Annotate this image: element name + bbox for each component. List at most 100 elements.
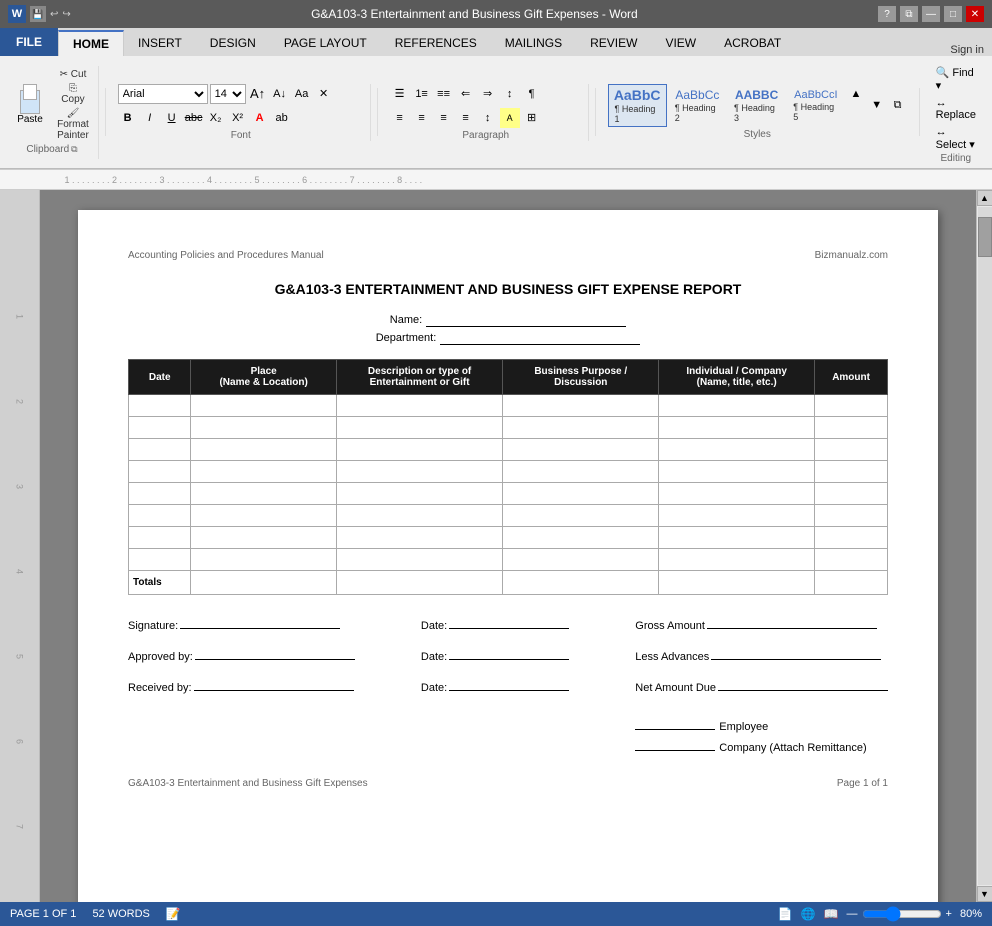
table-row[interactable] [129,527,888,549]
styles-more[interactable]: ⧉ [888,95,907,115]
table-row[interactable] [129,417,888,439]
redo-icon[interactable]: ↪ [62,9,70,20]
font-grow-button[interactable]: A↑ [248,84,268,104]
tab-review[interactable]: REVIEW [576,30,651,56]
align-center-button[interactable]: ≡ [412,108,432,128]
zoom-out-icon[interactable]: — [847,908,858,920]
received-field[interactable] [194,677,354,691]
tab-file[interactable]: FILE [0,28,58,56]
find-button[interactable]: 🔍 Find ▾ [932,64,980,94]
select-button[interactable]: ↔ Select ▾ [932,124,980,153]
style-heading5[interactable]: AaBbCcI ¶ Heading 5 [787,87,844,124]
style-heading2[interactable]: AaBbCc ¶ Heading 2 [669,86,726,124]
font-family-select[interactable]: Arial [118,84,208,104]
table-row[interactable] [129,549,888,571]
sign-in-link[interactable]: Sign in [942,44,992,56]
align-right-button[interactable]: ≡ [434,108,454,128]
name-field[interactable] [426,313,626,327]
font-size-select[interactable]: 14 [210,84,246,104]
save-icon[interactable]: 💾 [30,6,46,22]
scroll-down-button[interactable]: ▼ [977,886,992,902]
bold-button[interactable]: B [118,108,138,128]
zoom-range[interactable] [862,906,942,922]
italic-button[interactable]: I [140,108,160,128]
tab-insert[interactable]: INSERT [124,30,196,56]
font-color-button[interactable]: A [250,108,270,128]
replace-button[interactable]: ↔ Replace [932,95,980,123]
styles-scroll-up[interactable]: ▲ [846,84,865,104]
tab-mailings[interactable]: MAILINGS [491,30,576,56]
strikethrough-button[interactable]: abc [184,108,204,128]
tab-home[interactable]: HOME [58,30,124,56]
received-label: Received by: [128,682,192,694]
minimize-button[interactable]: — [922,6,940,22]
highlight-button[interactable]: ab [272,108,292,128]
tab-design[interactable]: DESIGN [196,30,270,56]
line-spacing-button[interactable]: ↕ [478,108,498,128]
font-shrink-button[interactable]: A↓ [270,84,290,104]
style-heading1[interactable]: AaBbC ¶ Heading 1 [608,84,667,127]
table-row[interactable] [129,505,888,527]
date-field-2[interactable] [449,646,569,660]
clear-format-button[interactable]: ✕ [314,84,334,104]
zoom-slider[interactable]: — + [847,906,952,922]
change-case-button[interactable]: Aa [292,84,312,104]
less-field[interactable] [711,646,881,660]
restore-button[interactable]: ⧉ [900,6,918,22]
date-field-1[interactable] [449,615,569,629]
styles-scroll-down[interactable]: ▼ [867,95,886,115]
scroll-track[interactable] [978,207,992,885]
close-button[interactable]: ✕ [966,6,984,22]
proofing-icon[interactable]: 📝 [166,907,181,921]
clipboard-expand[interactable]: ⧉ [71,144,77,155]
table-row[interactable] [129,483,888,505]
sig-field[interactable] [180,615,340,629]
justify-button[interactable]: ≡ [456,108,476,128]
decrease-indent-button[interactable]: ⇐ [456,84,476,104]
gross-field[interactable] [707,615,877,629]
subscript-button[interactable]: X₂ [206,108,226,128]
numbering-button[interactable]: 1≡ [412,84,432,104]
cut-button[interactable]: ✂ Cut [54,68,92,81]
approved-field[interactable] [195,646,355,660]
view-web-icon[interactable]: 🌐 [801,907,816,921]
format-painter-button[interactable]: 🖌 Format Painter [54,107,92,142]
tab-acrobat[interactable]: ACROBAT [710,30,795,56]
multilevel-button[interactable]: ≡≡ [434,84,454,104]
view-read-icon[interactable]: 📖 [824,907,839,921]
copy-button[interactable]: ⎘ Copy [54,82,92,106]
shading-button[interactable]: A [500,108,520,128]
table-row[interactable] [129,461,888,483]
superscript-button[interactable]: X² [228,108,248,128]
company-line[interactable] [635,737,715,751]
paste-button[interactable]: Paste [10,82,50,127]
dept-field[interactable] [440,331,640,345]
help-button[interactable]: ? [878,6,896,22]
maximize-button[interactable]: □ [944,6,962,22]
zoom-in-icon[interactable]: + [946,908,952,920]
sig-right-col: Gross Amount Less Advances Net Amount Du… [635,615,888,758]
sort-button[interactable]: ↕ [500,84,520,104]
table-row[interactable] [129,395,888,417]
bullets-button[interactable]: ☰ [390,84,410,104]
underline-button[interactable]: U [162,108,182,128]
employee-line[interactable] [635,716,715,730]
date-field-3[interactable] [449,677,569,691]
tab-view[interactable]: VIEW [651,30,710,56]
totals-label: Totals [129,571,191,595]
tab-page-layout[interactable]: PAGE LAYOUT [270,30,381,56]
scroll-thumb[interactable] [978,217,992,257]
tab-references[interactable]: REFERENCES [381,30,491,56]
increase-indent-button[interactable]: ⇒ [478,84,498,104]
scroll-up-button[interactable]: ▲ [977,190,992,206]
borders-button[interactable]: ⊞ [522,108,542,128]
scrollbar[interactable]: ▲ ▼ [976,190,992,902]
align-left-button[interactable]: ≡ [390,108,410,128]
document-page[interactable]: Accounting Policies and Procedures Manua… [78,210,938,902]
view-print-icon[interactable]: 📄 [778,907,793,921]
show-formatting-button[interactable]: ¶ [522,84,542,104]
net-field[interactable] [718,677,888,691]
style-heading3[interactable]: AABBC ¶ Heading 3 [728,86,785,124]
undo-icon[interactable]: ↩ [50,9,58,20]
table-row[interactable] [129,439,888,461]
